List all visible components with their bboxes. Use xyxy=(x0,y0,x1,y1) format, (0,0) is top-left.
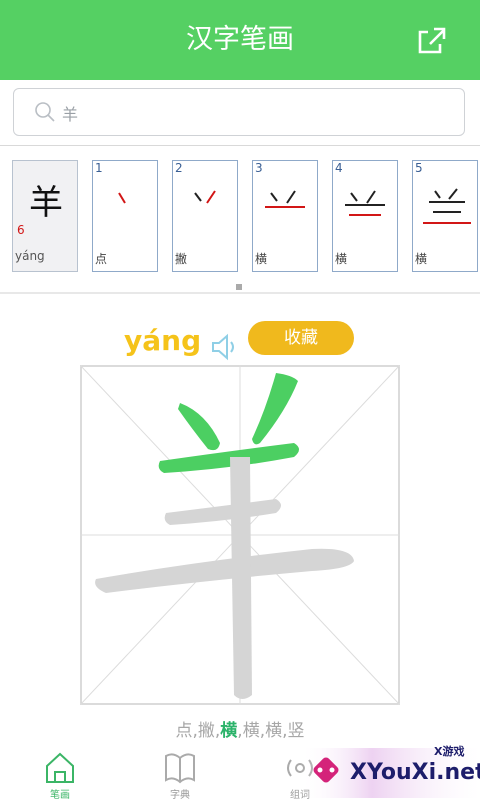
watermark-text: XYouXi.net xyxy=(350,760,480,785)
stroke-card-2[interactable]: 2 撇 xyxy=(172,160,238,272)
stroke-name: 横 xyxy=(335,252,348,266)
card-pinyin: yáng xyxy=(15,249,45,263)
stroke-count: 6 xyxy=(17,223,25,237)
stroke-name: 点 xyxy=(95,252,108,266)
scroll-handle-icon[interactable] xyxy=(236,284,242,290)
search-input[interactable] xyxy=(60,97,444,129)
stroke-card-3[interactable]: 3 横 xyxy=(252,160,318,272)
stroke-card-1[interactable]: 1 点 xyxy=(92,160,158,272)
stroke-strip[interactable]: 羊 6 yáng 1 点 2 撇 3 横 4 横 5 横 xyxy=(0,146,480,292)
stroke-grid xyxy=(80,365,400,705)
sequence-before: 点,撇, xyxy=(175,721,221,741)
sequence-current: 横 xyxy=(220,721,238,741)
page-title: 汉字笔画 xyxy=(186,24,294,55)
watermark-small-text: X游戏 xyxy=(434,745,465,758)
stroke-sequence: 点,撇,横,横,横,竖 xyxy=(0,716,480,741)
search-icon xyxy=(35,102,55,122)
tab-dictionary[interactable]: 字典 xyxy=(140,748,220,801)
search-box[interactable] xyxy=(13,88,465,136)
home-icon xyxy=(46,752,74,783)
tab-strokes[interactable]: 笔画 xyxy=(20,748,100,801)
header-bar: 汉字笔画 xyxy=(0,0,480,80)
detail-pinyin: yáng xyxy=(124,324,202,357)
collect-button[interactable]: 收藏 xyxy=(248,321,354,355)
character-glyph: 羊 xyxy=(29,183,63,223)
tab-label: 字典 xyxy=(170,790,190,801)
stroke-name: 撇 xyxy=(175,252,188,266)
stroke-card-5[interactable]: 5 横 xyxy=(412,160,478,272)
strip-bottom-border xyxy=(0,292,480,294)
stroke-card-4[interactable]: 4 横 xyxy=(332,160,398,272)
stroke-1-diagram xyxy=(118,192,126,204)
speaker-icon[interactable] xyxy=(210,332,238,362)
stroke-name: 横 xyxy=(415,252,428,266)
stroke-3-diagram xyxy=(265,190,305,208)
stroke-4-diagram xyxy=(345,190,385,216)
book-icon xyxy=(165,753,195,784)
stroke-5-diagram xyxy=(423,188,471,224)
stroke-name: 横 xyxy=(255,252,268,266)
tab-label: 笔画 xyxy=(50,790,70,801)
share-icon[interactable] xyxy=(414,24,448,58)
sequence-after: ,横,横,竖 xyxy=(237,721,305,741)
stroke-2-diagram xyxy=(194,190,216,204)
character-card[interactable]: 羊 6 yáng xyxy=(12,160,78,272)
